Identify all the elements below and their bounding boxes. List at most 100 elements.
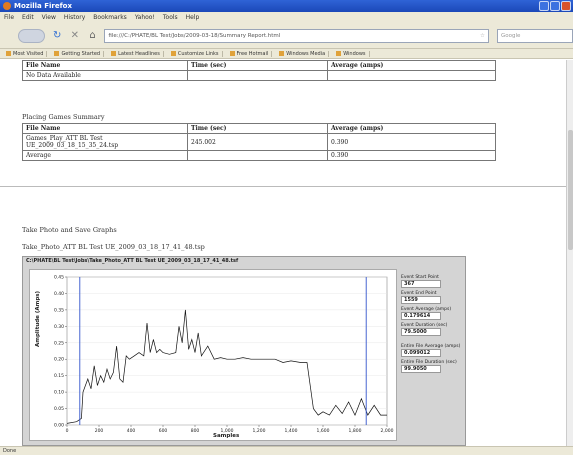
column-header: Time (sec) (187, 123, 328, 134)
stat-label: Event Average (amps) (401, 307, 452, 312)
bookmarks-toolbar: Most Visited Getting Started Latest Head… (0, 49, 573, 59)
menu-bar: File Edit View History Bookmarks Yahoo! … (0, 12, 573, 23)
y-tick-label: 0.10 (54, 390, 64, 396)
bookmark-icon (54, 51, 60, 56)
bookmark-free-hotmail[interactable]: Free Hotmail (227, 50, 273, 57)
bookmark-windows-media[interactable]: Windows Media (276, 50, 330, 57)
x-tick-label: 0 (66, 428, 69, 434)
window-title: Mozilla Firefox (14, 2, 72, 10)
graph-title: C:\PHATE\BL Test\Jobs\Take_Photo_ATT BL … (26, 258, 239, 264)
menu-help[interactable]: Help (186, 14, 200, 21)
column-header: File Name (22, 60, 188, 71)
section-title-take-photo: Take Photo and Save Graphs (22, 226, 117, 234)
vertical-scrollbar[interactable] (566, 60, 573, 446)
y-tick-label: 0.00 (54, 423, 64, 429)
bookmark-getting-started[interactable]: Getting Started (51, 50, 105, 57)
reload-icon[interactable]: ↻ (51, 30, 63, 42)
scrollbar-thumb[interactable] (568, 130, 573, 250)
bookmark-most-visited[interactable]: Most Visited (3, 50, 48, 57)
menu-yahoo[interactable]: Yahoo! (135, 14, 155, 21)
bookmark-icon (229, 51, 235, 56)
stat-label: Entire File Duration (sec) (401, 360, 457, 365)
bookmark-star-icon[interactable]: ☆ (480, 33, 485, 39)
bookmark-latest-headlines[interactable]: Latest Headlines (108, 50, 164, 57)
plot-area (66, 276, 388, 426)
table-cell: 245.002 (187, 133, 328, 151)
bookmark-icon (170, 51, 176, 56)
bookmark-label: Windows (343, 50, 366, 57)
y-tick-label: 0.30 (54, 324, 64, 330)
search-placeholder: Google (500, 32, 521, 39)
table-cell (187, 150, 328, 161)
back-forward-button[interactable] (18, 28, 46, 43)
bookmark-label: Free Hotmail (236, 50, 269, 57)
stat-value-field[interactable]: 79.5000 (401, 328, 441, 336)
menu-view[interactable]: View (42, 14, 56, 21)
table-cell: 0.390 (327, 133, 496, 151)
table-row: Games_Play_ATT BL Test UE_2009_03_18_15_… (22, 133, 496, 151)
y-tick-label: 0.20 (54, 357, 64, 363)
home-icon[interactable]: ⌂ (87, 30, 99, 42)
section-title-placing-games: Placing Games Summary (22, 113, 105, 121)
window-controls (539, 1, 571, 11)
close-button[interactable] (561, 1, 571, 11)
bookmark-label: Getting Started (61, 50, 101, 57)
menu-tools[interactable]: Tools (163, 14, 178, 21)
y-tick-label: 0.45 (54, 275, 64, 281)
stat-label: Event Duration (sec) (401, 323, 448, 328)
stat-label: Event Start Point (401, 275, 439, 280)
maximize-button[interactable] (550, 1, 560, 11)
event-stats-panel: Event Start Point 367 Event End Point 15… (401, 275, 463, 376)
menu-bookmarks[interactable]: Bookmarks (93, 14, 127, 21)
menu-edit[interactable]: Edit (22, 14, 34, 21)
x-tick-label: 1,800 (349, 428, 362, 434)
navigation-toolbar: ↻ ✕ ⌂ file:///C:/PHATE/BL Test/Jobs/2009… (0, 23, 573, 49)
y-tick-label: 0.40 (54, 291, 64, 297)
x-tick-label: 800 (191, 428, 200, 434)
search-input[interactable]: Google (496, 28, 573, 43)
bookmark-icon (6, 51, 11, 56)
table-cell (327, 70, 496, 81)
url-text: file:///C:/PHATE/BL Test/Jobs/2009-03-18… (108, 32, 281, 39)
address-bar[interactable]: file:///C:/PHATE/BL Test/Jobs/2009-03-18… (104, 28, 489, 43)
table-row: No Data Available (22, 70, 496, 81)
column-header: Average (amps) (327, 60, 496, 71)
status-bar: Done (0, 446, 573, 455)
table-cell: Games_Play_ATT BL Test UE_2009_03_18_15_… (22, 133, 188, 151)
graph-panel: C:\PHATE\BL Test\Jobs\Take_Photo_ATT BL … (22, 256, 466, 446)
x-tick-label: 1,200 (253, 428, 266, 434)
bookmark-label: Windows Media (286, 50, 326, 57)
window-titlebar: Mozilla Firefox (0, 0, 573, 12)
x-tick-label: 2,000 (381, 428, 394, 434)
bookmark-label: Customize Links (177, 50, 219, 57)
y-tick-label: 0.35 (54, 307, 64, 313)
stat-label: Entire File Average (amps) (401, 344, 461, 349)
table-cell: Average (22, 150, 188, 161)
x-tick-label: 600 (159, 428, 168, 434)
menu-file[interactable]: File (4, 14, 14, 21)
menu-history[interactable]: History (64, 14, 85, 21)
stop-icon[interactable]: ✕ (69, 30, 81, 42)
bookmark-windows[interactable]: Windows (333, 50, 370, 57)
bookmark-icon (111, 51, 117, 56)
stat-label: Event End Point (401, 291, 437, 296)
bookmark-icon (336, 51, 342, 56)
stat-value-field[interactable]: 99.9050 (401, 365, 441, 373)
results-table-1: File Name Time (sec) Average (amps) No D… (22, 60, 496, 81)
minimize-button[interactable] (539, 1, 549, 11)
x-tick-label: 1,600 (317, 428, 330, 434)
bookmark-customize-links[interactable]: Customize Links (168, 50, 223, 57)
page-content: File Name Time (sec) Average (amps) No D… (0, 60, 566, 446)
x-tick-label: 200 (95, 428, 104, 434)
stat-value-field[interactable]: 367 (401, 280, 441, 288)
column-header: File Name (22, 123, 188, 134)
y-tick-label: 0.15 (54, 373, 64, 379)
stat-value-field[interactable]: 0.179614 (401, 312, 441, 320)
y-tick-label: 0.05 (54, 406, 64, 412)
graph-file-label: Take_Photo_ATT BL Test UE_2009_03_18_17_… (22, 243, 205, 251)
current-chart: 0.00 0.05 0.10 0.15 0.20 0.25 0.30 0.35 0.40 0.45… (54, 275, 394, 435)
stat-value-field[interactable]: 0.099012 (401, 349, 441, 357)
x-tick-label: 400 (127, 428, 136, 434)
column-header: Time (sec) (187, 60, 328, 71)
stat-value-field[interactable]: 1559 (401, 296, 441, 304)
